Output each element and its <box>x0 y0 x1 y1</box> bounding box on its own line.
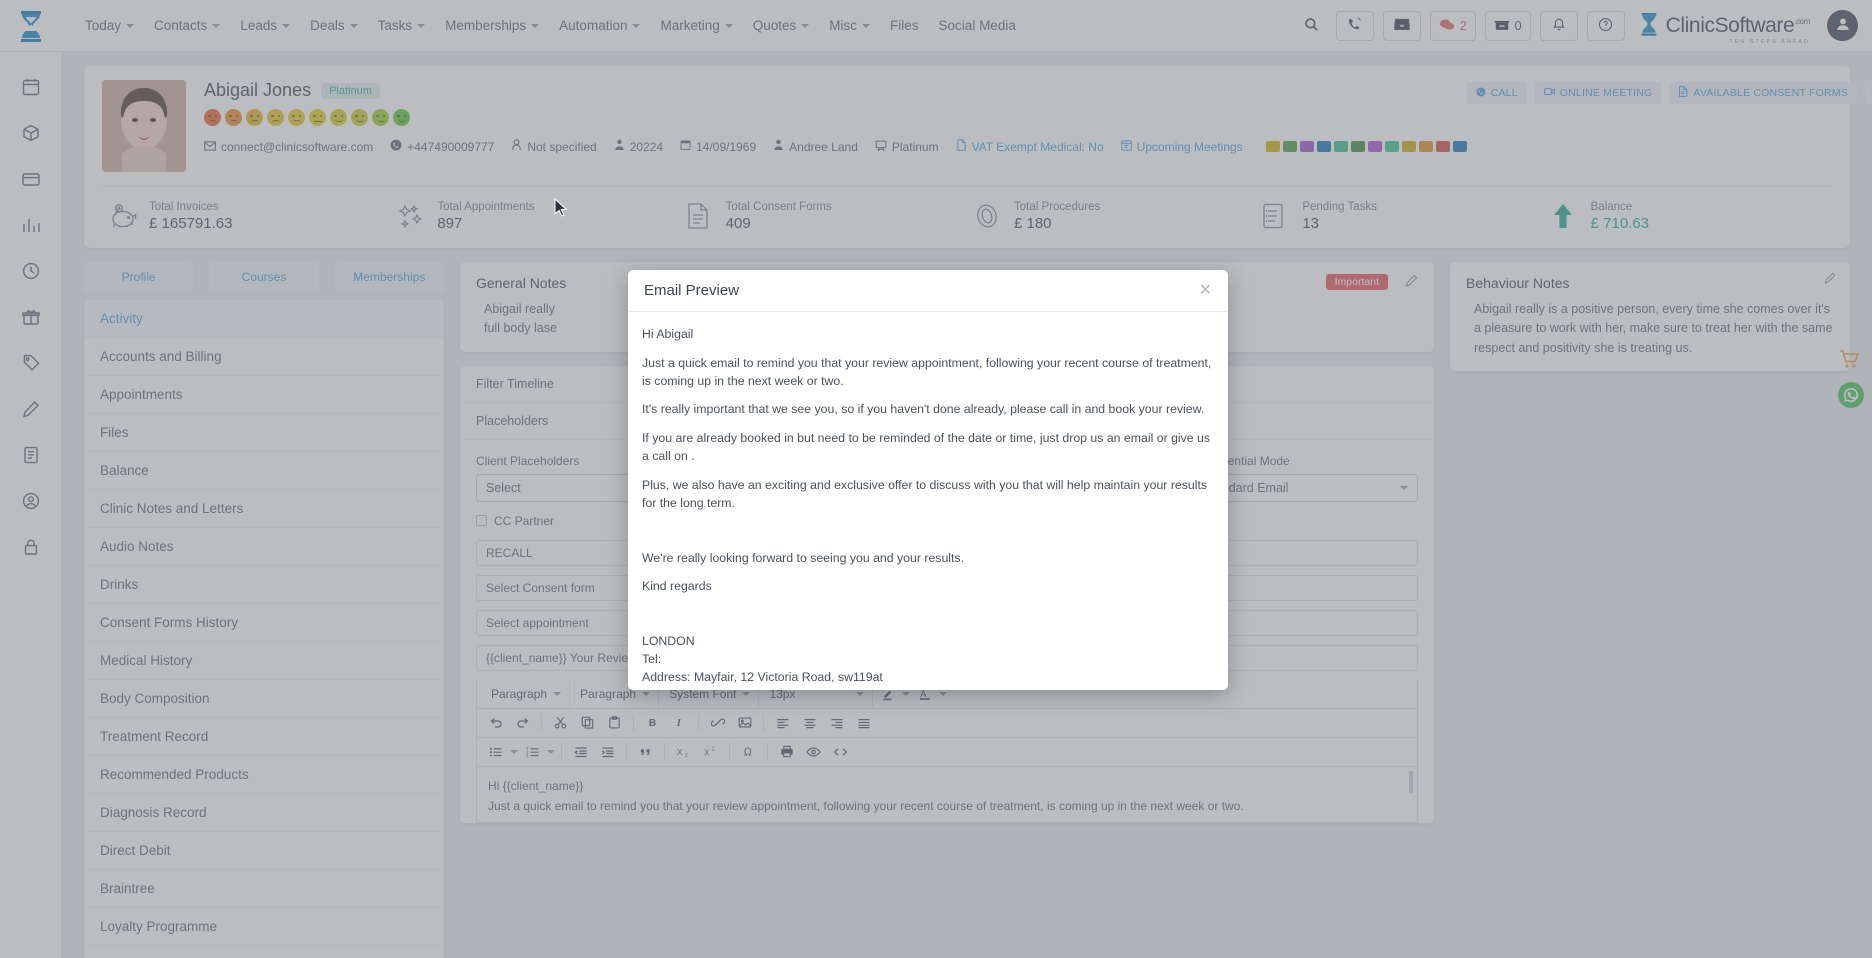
email-closing-1: We're really looking forward to seeing y… <box>642 550 965 565</box>
signature-address: Address: Mayfair, 12 Victoria Road, sw11… <box>642 669 883 684</box>
signature-tel: Tel: <box>642 652 662 667</box>
signature-web: Web: <box>642 687 1214 690</box>
email-paragraph-3: If you are already booked in but need to… <box>642 431 1211 464</box>
email-paragraph-1: Just a quick email to remind you that yo… <box>642 355 1212 388</box>
email-preview-modal: Email Preview ✕ Hi Abigail Just a quick … <box>628 270 1228 690</box>
email-paragraph-4: Plus, we also have an exciting and exclu… <box>642 477 1208 510</box>
mouse-cursor <box>554 198 568 217</box>
email-closing-2: Kind regards <box>642 579 712 594</box>
email-greeting: Hi Abigail <box>642 327 694 341</box>
modal-body: Hi Abigail Just a quick email to remind … <box>628 312 1228 690</box>
modal-header: Email Preview ✕ <box>628 270 1228 312</box>
close-icon[interactable]: ✕ <box>1199 282 1212 299</box>
modal-title: Email Preview <box>644 282 740 299</box>
signature-city: LONDON <box>642 634 695 649</box>
email-paragraph-2: It's really important that we see you, s… <box>642 402 1205 417</box>
